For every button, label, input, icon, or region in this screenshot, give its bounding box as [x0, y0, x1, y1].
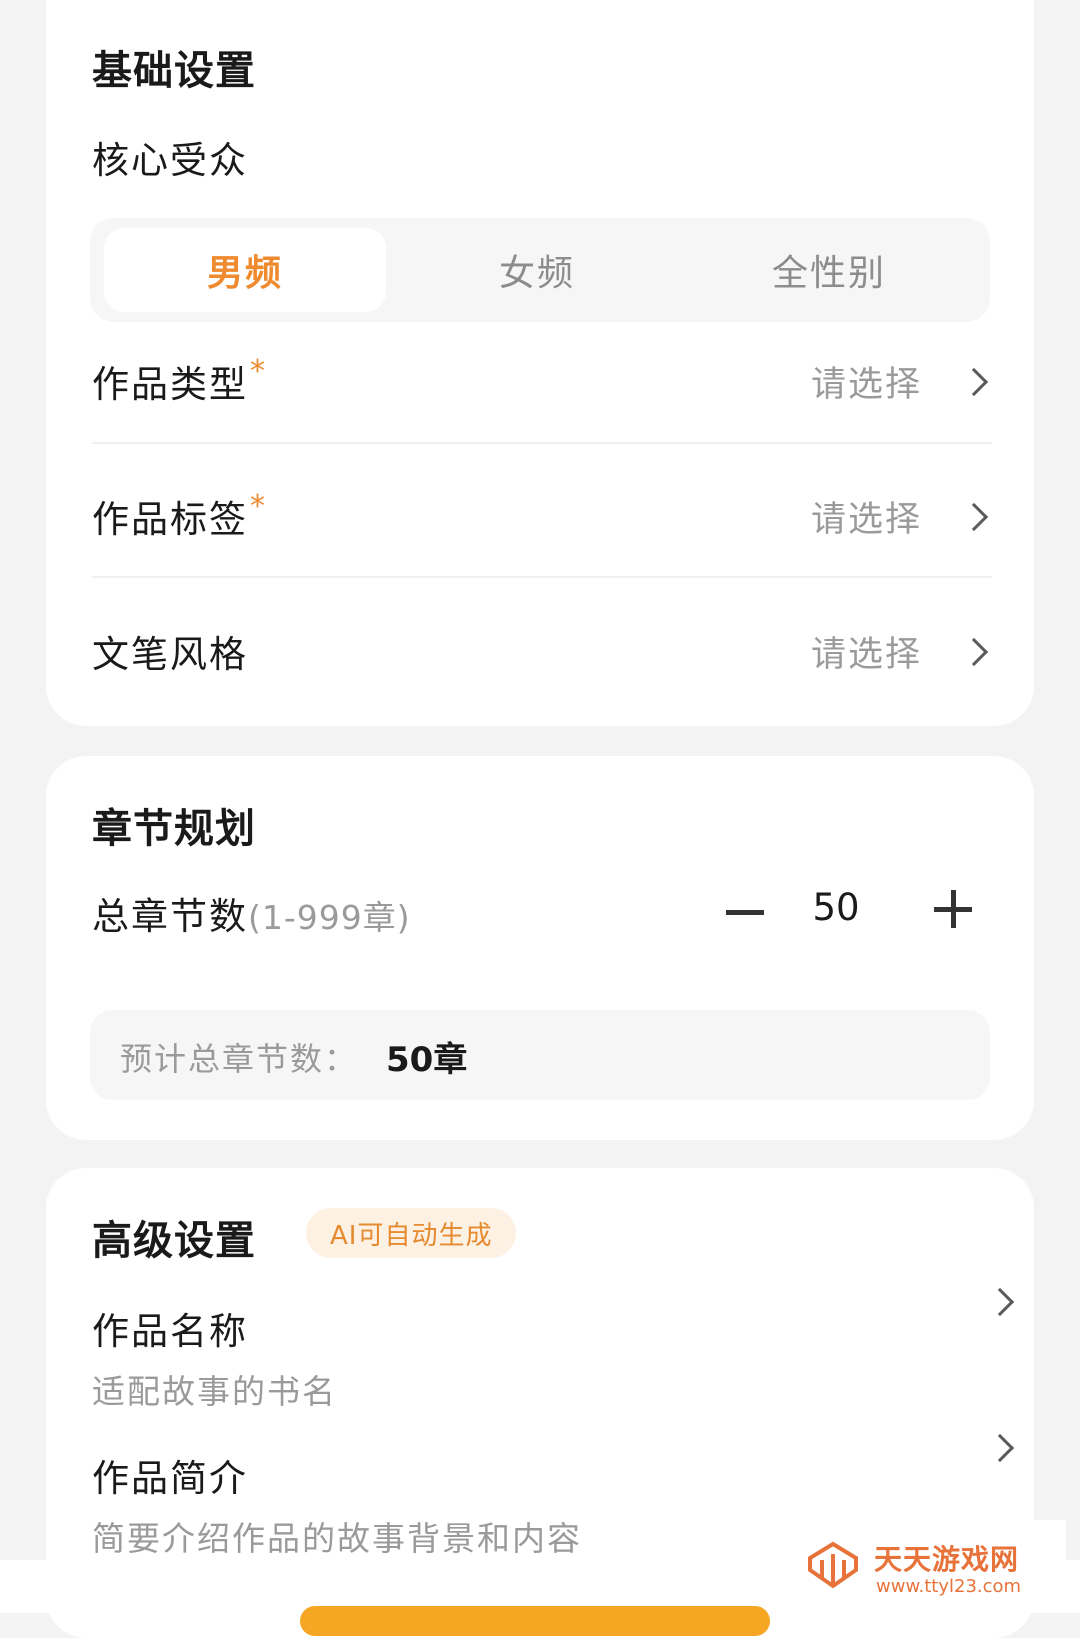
audience-option-male[interactable]: 男频	[104, 228, 386, 312]
estimate-box: 预计总章节数： 50章	[90, 1010, 990, 1100]
divider	[92, 442, 992, 444]
required-asterisk: *	[250, 489, 267, 524]
audience-option-all[interactable]: 全性别	[688, 228, 970, 312]
advanced-settings-title: 高级设置	[92, 1218, 256, 1264]
watermark: 天天游戏网 www.ttyl23.com	[786, 1520, 1066, 1612]
watermark-url: www.ttyl23.com	[876, 1576, 1022, 1597]
work-tags-value: 请选择	[810, 500, 922, 540]
primary-action-button[interactable]	[300, 1606, 770, 1636]
increment-button[interactable]	[934, 890, 972, 928]
total-chapters-value: 50	[812, 886, 860, 929]
total-chapters-label: 总章节数(1-999章)	[92, 895, 411, 938]
total-chapters-range-hint: (1-999章)	[248, 898, 411, 937]
work-name-desc: 适配故事的书名	[92, 1372, 337, 1411]
chevron-right-icon[interactable]	[985, 1287, 1015, 1317]
chapter-planning-card: 章节规划 总章节数(1-999章) 50 预计总章节数： 50章	[46, 756, 1034, 1140]
work-tags-label: 作品标签*	[92, 489, 267, 541]
chevron-right-icon	[959, 637, 989, 667]
divider	[92, 576, 992, 578]
basic-settings-card: 基础设置 核心受众 男频 女频 全性别 作品类型* 请选择 作品标签* 请选择 …	[46, 0, 1034, 726]
audience-option-female[interactable]: 女频	[396, 228, 678, 312]
work-intro-label[interactable]: 作品简介	[92, 1448, 248, 1502]
estimate-label: 预计总章节数：	[120, 1040, 359, 1078]
ai-auto-generate-badge: AI可自动生成	[306, 1208, 517, 1258]
work-type-value: 请选择	[810, 365, 922, 405]
basic-settings-title: 基础设置	[92, 48, 256, 94]
chevron-right-icon	[959, 367, 989, 397]
watermark-logo-icon	[808, 1541, 858, 1589]
decrement-button[interactable]	[726, 910, 764, 915]
work-type-row[interactable]: 作品类型* 请选择	[92, 328, 992, 428]
work-tags-row[interactable]: 作品标签* 请选择	[92, 463, 992, 563]
audience-label: 核心受众	[92, 139, 248, 182]
required-asterisk: *	[250, 354, 267, 389]
work-name-label[interactable]: 作品名称	[92, 1301, 248, 1355]
writing-style-value: 请选择	[810, 635, 922, 675]
estimate-value: 50章	[386, 1040, 468, 1080]
chapter-planning-title: 章节规划	[92, 806, 256, 852]
audience-segmented-control: 男频 女频 全性别	[90, 218, 990, 322]
chevron-right-icon	[959, 502, 989, 532]
work-intro-desc: 简要介绍作品的故事背景和内容	[92, 1519, 582, 1558]
watermark-name: 天天游戏网	[874, 1543, 1020, 1576]
work-type-label: 作品类型*	[92, 354, 267, 406]
chevron-right-icon[interactable]	[985, 1433, 1015, 1463]
writing-style-label: 文笔风格	[92, 633, 248, 676]
writing-style-row[interactable]: 文笔风格 请选择	[92, 598, 992, 698]
